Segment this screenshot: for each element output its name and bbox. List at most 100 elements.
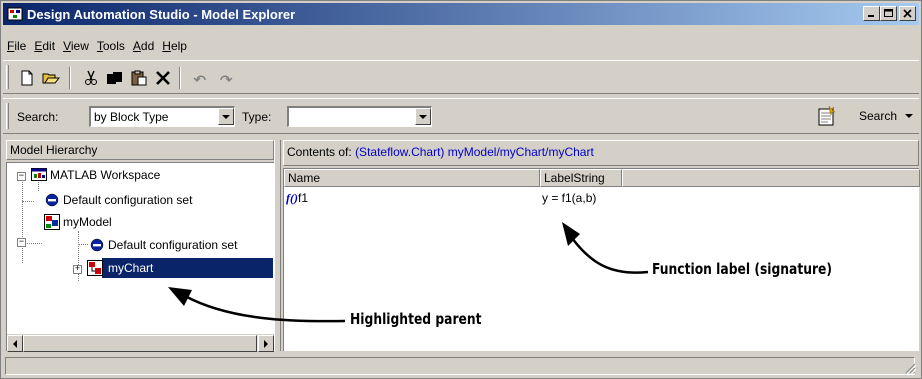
tree-node-default-config[interactable]: Default configuration set [44, 191, 192, 209]
tree-node-label: myModel [63, 215, 112, 229]
tree-node-mymodel-default-config[interactable]: Default configuration set [89, 236, 237, 254]
config-icon [44, 192, 60, 208]
row-name: f1 [298, 191, 309, 205]
undo-icon [193, 75, 206, 82]
menu-file-label: ile [14, 39, 27, 53]
menu-view-label: iew [70, 39, 89, 53]
status-field [5, 357, 915, 375]
tree-line [22, 201, 34, 202]
tree-collapse-toggle[interactable]: − [17, 238, 26, 247]
resize-grip-icon[interactable] [904, 362, 916, 374]
minimize-button[interactable] [863, 6, 880, 21]
copy-icon [107, 72, 122, 84]
menu-file[interactable]: File [3, 39, 30, 57]
redo-icon [220, 75, 233, 82]
window-controls [863, 6, 916, 21]
config-icon [89, 237, 105, 253]
tree-expand-toggle[interactable]: + [73, 265, 82, 274]
menu-help-accel: H [162, 39, 171, 53]
paste-button[interactable] [129, 68, 149, 88]
tree-node-label: Default configuration set [63, 193, 193, 207]
search-by-dropdown[interactable] [218, 108, 234, 125]
tree-node-label: myChart [106, 261, 156, 275]
search-button[interactable]: Search [817, 104, 913, 128]
chevron-down-icon [419, 114, 427, 119]
paste-icon [131, 70, 147, 86]
menu-view[interactable]: View [59, 39, 93, 57]
model-hierarchy-header: Model Hierarchy [6, 140, 274, 160]
search-toolbar: Search: by Block Type Type: Search [3, 98, 919, 134]
chevron-down-icon [222, 114, 230, 119]
highlighted-parent-annotation: Highlighted parent [350, 310, 482, 328]
menu-edit[interactable]: Edit [30, 39, 59, 57]
toolbar-grip[interactable] [6, 65, 9, 89]
menu-view-accel: V [63, 39, 71, 53]
tree-node-matlab-workspace[interactable]: MATLAB Workspace [31, 166, 160, 184]
contents-path-link[interactable]: (Stateflow.Chart) myModel/myChart/myChar… [355, 145, 594, 159]
chevron-right-icon [264, 339, 268, 348]
row-labelstring: y = f1(a,b) [542, 191, 597, 205]
cut-button[interactable] [81, 68, 101, 88]
copy-button[interactable] [105, 68, 125, 88]
status-bar [3, 355, 919, 377]
type-select[interactable] [287, 106, 432, 127]
scroll-thumb[interactable] [23, 335, 257, 352]
menu-help[interactable]: Help [158, 39, 191, 57]
undo-button[interactable] [191, 68, 211, 88]
new-icon [21, 70, 33, 86]
maximize-icon [884, 9, 893, 17]
toolbar-grip[interactable] [6, 103, 9, 129]
open-button[interactable] [41, 68, 61, 88]
menu-tools-label: ools [102, 39, 125, 53]
tree-line [78, 244, 88, 245]
type-label: Type: [242, 110, 272, 124]
app-icon [7, 6, 23, 22]
menu-add-accel: A [132, 39, 141, 53]
contents-header: Contents of: (Stateflow.Chart) myModel/m… [283, 140, 919, 166]
chart-icon [87, 260, 103, 276]
type-dropdown[interactable] [415, 108, 431, 125]
close-icon [903, 9, 912, 18]
table-row[interactable]: f()f1 y = f1(a,b) [284, 189, 920, 207]
scroll-right-button[interactable] [258, 335, 274, 352]
search-button-label: Search [858, 109, 897, 123]
search-label: Search: [17, 110, 59, 124]
tree-collapse-toggle[interactable]: − [17, 172, 26, 181]
search-options-icon [818, 105, 836, 126]
search-by-select[interactable]: by Block Type [89, 106, 235, 127]
tree-node-mychart[interactable]: myChart [87, 259, 156, 277]
workspace-icon [31, 167, 47, 183]
new-button[interactable] [17, 68, 37, 88]
toolbar-separator [69, 67, 71, 89]
scroll-left-button[interactable] [7, 335, 23, 352]
menu-add[interactable]: Add [129, 39, 158, 57]
menu-add-label: dd [140, 39, 155, 53]
function-icon: f() [286, 191, 298, 205]
redo-button[interactable] [215, 68, 235, 88]
title-bar[interactable]: Design Automation Studio - Model Explore… [3, 3, 919, 25]
contents-label: Contents of: [287, 145, 352, 159]
tree-node-mymodel[interactable]: myModel [44, 213, 112, 231]
column-header-labelstring[interactable]: LabelString [540, 169, 622, 187]
model-hierarchy-tree[interactable]: − MATLAB Workspace Default configuration… [6, 162, 275, 352]
tree-node-label: MATLAB Workspace [50, 168, 161, 182]
menu-bar: File Edit View Tools Add Help [3, 39, 191, 57]
close-button[interactable] [899, 6, 916, 21]
menu-edit-label: dit [42, 39, 56, 53]
column-header-name[interactable]: Name [284, 169, 540, 187]
menu-help-label: elp [170, 39, 187, 53]
search-by-value: by Block Type [94, 110, 169, 124]
delete-button[interactable] [153, 68, 173, 88]
menu-tools[interactable]: Tools [93, 39, 129, 57]
cut-icon [85, 70, 97, 85]
row-name-cell: f()f1 [286, 191, 308, 206]
pane-splitter[interactable] [274, 140, 281, 351]
maximize-button[interactable] [880, 6, 897, 21]
delete-icon [156, 71, 170, 85]
window-title: Design Automation Studio - Model Explore… [27, 6, 296, 22]
tree-line [22, 177, 23, 263]
chevron-left-icon [13, 339, 17, 348]
standard-toolbar [3, 60, 919, 94]
minimize-icon [868, 15, 874, 17]
horizontal-scrollbar[interactable] [7, 334, 275, 352]
